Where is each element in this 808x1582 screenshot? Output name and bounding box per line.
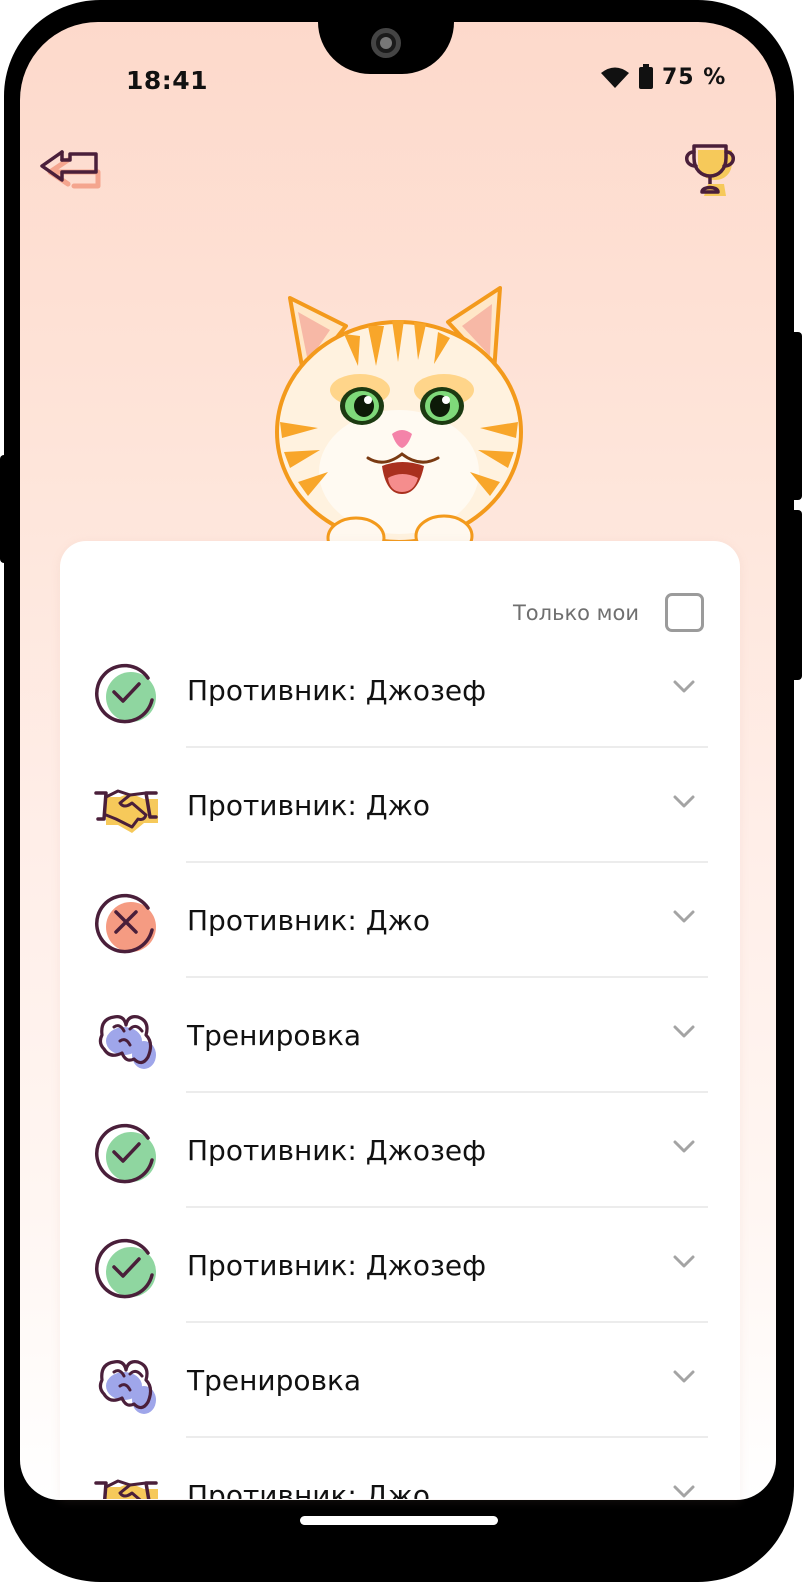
only-mine-label: Только мои: [512, 600, 639, 625]
chevron-down-icon[interactable]: [672, 679, 696, 695]
check-circle-icon: [94, 1120, 160, 1186]
chevron-down-icon[interactable]: [672, 1024, 696, 1040]
phone-frame: 18:41 75 % Только мои Противник: Джозеф …: [0, 0, 808, 1582]
trophy-button[interactable]: [680, 140, 746, 204]
battery-percentage: 75 %: [662, 64, 727, 90]
only-mine-checkbox[interactable]: [665, 593, 704, 632]
cat-illustration: [275, 286, 523, 560]
game-row-label: Тренировка: [187, 1019, 362, 1052]
training-icon: [94, 1350, 160, 1416]
game-row-label: Противник: Джо: [187, 789, 430, 822]
handshake-icon: [94, 1465, 160, 1499]
status-indicators: 75 %: [600, 60, 726, 94]
back-arrow-icon: [40, 150, 101, 189]
game-row-label: Противник: Джозеф: [187, 1249, 487, 1282]
back-button[interactable]: [36, 146, 104, 192]
trophy-icon: [685, 144, 735, 196]
games-list: Противник: Джозеф Противник: Джо Противн…: [60, 633, 740, 1499]
games-card: Только мои Противник: Джозеф Противник: …: [60, 541, 740, 1499]
training-icon: [94, 1005, 160, 1071]
game-row-label: Противник: Джо: [187, 1479, 430, 1499]
game-row[interactable]: Тренировка: [60, 1323, 740, 1438]
chevron-down-icon[interactable]: [672, 794, 696, 810]
handshake-icon: [94, 775, 160, 841]
game-row[interactable]: Противник: Джозеф: [60, 633, 740, 748]
only-mine-filter[interactable]: Только мои: [513, 593, 704, 632]
status-time: 18:41: [126, 66, 209, 95]
cross-circle-icon: [94, 890, 160, 956]
check-circle-icon: [94, 660, 160, 726]
game-row-label: Противник: Джозеф: [187, 1134, 487, 1167]
game-row[interactable]: Противник: Джо: [60, 863, 740, 978]
chevron-down-icon[interactable]: [672, 1254, 696, 1270]
chevron-down-icon[interactable]: [672, 1139, 696, 1155]
chevron-down-icon[interactable]: [672, 1369, 696, 1385]
game-row-label: Противник: Джо: [187, 904, 430, 937]
game-row-label: Противник: Джозеф: [187, 674, 487, 707]
chevron-down-icon[interactable]: [672, 909, 696, 925]
front-camera: [371, 28, 401, 58]
battery-icon: [639, 64, 653, 89]
game-row[interactable]: Противник: Джозеф: [60, 1093, 740, 1208]
check-circle-icon: [94, 1235, 160, 1301]
game-row[interactable]: Противник: Джо: [60, 1438, 740, 1499]
game-row-label: Тренировка: [187, 1364, 362, 1397]
chevron-down-icon[interactable]: [672, 1484, 696, 1499]
wifi-icon: [601, 67, 629, 88]
game-row[interactable]: Тренировка: [60, 978, 740, 1093]
home-indicator[interactable]: [300, 1516, 498, 1525]
game-row[interactable]: Противник: Джозеф: [60, 1208, 740, 1323]
game-row[interactable]: Противник: Джо: [60, 748, 740, 863]
